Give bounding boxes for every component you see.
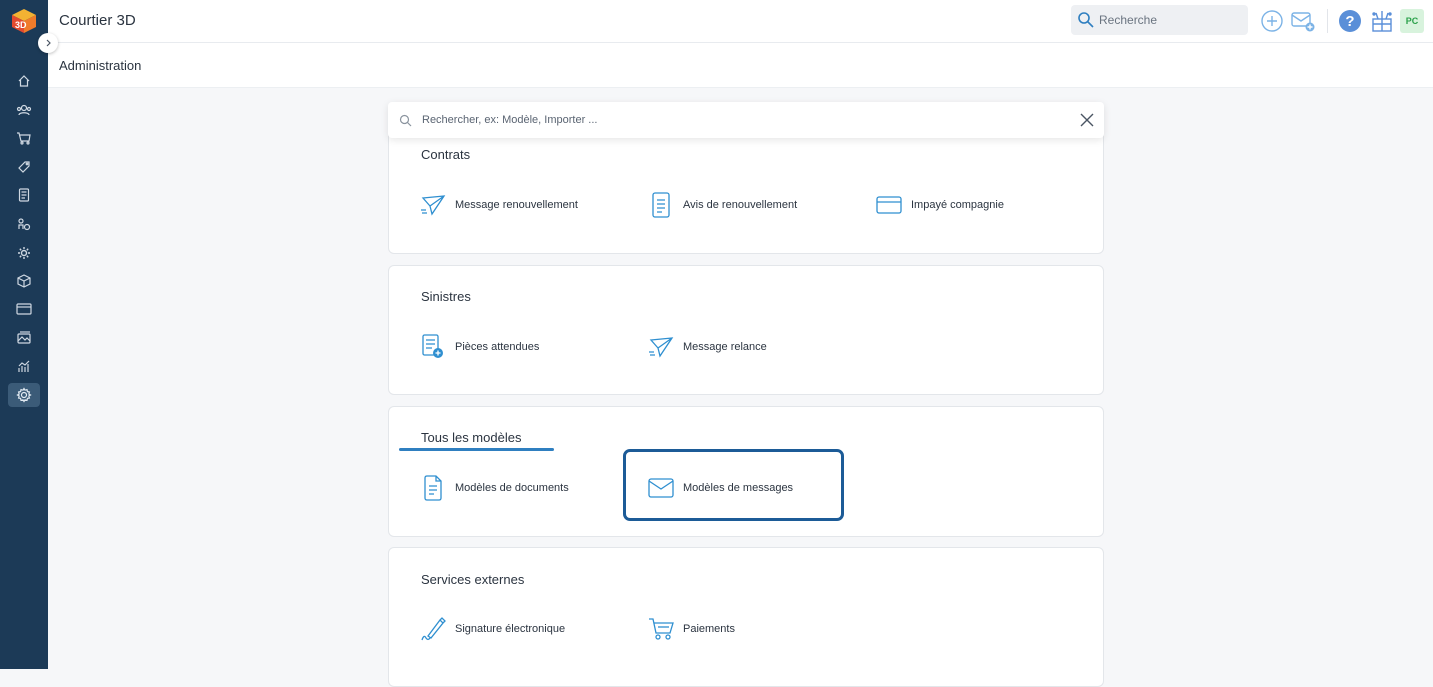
envelope-icon: [648, 475, 674, 501]
document-icon: [648, 192, 674, 218]
new-message-button[interactable]: [1290, 8, 1316, 34]
item-modeles-messages[interactable]: Modèles de messages: [648, 473, 793, 503]
section-services-externes: Services externes Signature électronique…: [388, 547, 1104, 687]
section-contrats: Contrats Message renouvellement Avis de …: [388, 123, 1104, 254]
item-modeles-documents[interactable]: Modèles de documents: [420, 473, 569, 503]
cart-icon: [648, 616, 674, 642]
section-title-underline: [399, 448, 554, 451]
sidebar-item-card[interactable]: [8, 297, 40, 321]
search-icon: [1078, 12, 1094, 28]
section-title: Tous les modèles: [421, 430, 522, 445]
sidebar-toggle-button[interactable]: [38, 33, 58, 53]
search-icon: [399, 114, 412, 126]
claims-icon: [18, 218, 31, 231]
user-avatar[interactable]: PC: [1400, 9, 1424, 33]
item-impaye-compagnie[interactable]: Impayé compagnie: [876, 190, 1004, 220]
section-sinistres: Sinistres Pièces attendues Message relan…: [388, 265, 1104, 395]
document-add-icon: [420, 334, 446, 360]
global-search-placeholder: Recherche: [1099, 13, 1158, 27]
item-message-renouvellement[interactable]: Message renouvellement: [420, 190, 578, 220]
paper-plane-icon: [420, 192, 446, 218]
topbar: Courtier 3D Recherche ? PC: [48, 0, 1433, 43]
page-header: Administration: [48, 43, 1433, 88]
topbar-divider: [1327, 9, 1328, 33]
page-title: Administration: [59, 58, 142, 73]
sidebar-item-stats[interactable]: [8, 355, 40, 379]
mail-add-icon: [1291, 12, 1315, 32]
section-title: Contrats: [421, 147, 471, 162]
paper-plane-icon: [648, 334, 674, 360]
cart-icon: [17, 132, 31, 145]
gallery-icon: [17, 331, 31, 344]
plus-circle-icon: [1261, 10, 1283, 32]
section-modeles: Tous les modèles Modèles de documents Mo…: [388, 406, 1104, 537]
admin-search-input[interactable]: [422, 114, 1042, 126]
sidebar-item-claims[interactable]: [8, 212, 40, 236]
box-icon: [17, 274, 31, 288]
settings-icon: [16, 387, 32, 403]
sidebar-item-settings[interactable]: [8, 383, 40, 407]
tag-icon: [18, 161, 30, 173]
users-icon: [16, 104, 32, 116]
stats-icon: [18, 360, 30, 372]
sidebar-item-box[interactable]: [8, 269, 40, 293]
sidebar-item-cart[interactable]: [8, 126, 40, 150]
svg-text:?: ?: [1345, 13, 1354, 30]
global-search-input[interactable]: Recherche: [1071, 5, 1248, 35]
help-button[interactable]: ?: [1337, 8, 1363, 34]
logo-icon[interactable]: 3D: [10, 7, 38, 35]
add-button[interactable]: [1259, 8, 1285, 34]
cog-icon: [18, 247, 30, 259]
sidebar-item-documents[interactable]: [8, 183, 40, 207]
sidebar-item-gallery[interactable]: [8, 326, 40, 350]
help-icon: ?: [1339, 10, 1361, 32]
chevron-right-icon: [46, 39, 51, 47]
item-pieces-attendues[interactable]: Pièces attendues: [420, 332, 539, 362]
admin-search-bar: [388, 102, 1104, 138]
svg-text:3D: 3D: [15, 20, 27, 30]
item-message-relance[interactable]: Message relance: [648, 332, 767, 362]
sidebar-item-users[interactable]: [8, 98, 40, 122]
item-paiements[interactable]: Paiements: [648, 614, 735, 644]
close-icon[interactable]: [1080, 113, 1094, 127]
home-icon: [18, 75, 30, 87]
document-icon: [18, 188, 30, 202]
sidebar-item-home[interactable]: [8, 69, 40, 93]
document-icon: [420, 475, 446, 501]
gift-icon: [1372, 11, 1392, 32]
sidebar-item-cog[interactable]: [8, 241, 40, 265]
app-title: Courtier 3D: [59, 12, 136, 29]
credit-card-icon: [876, 192, 902, 218]
sidebar: 3D: [0, 0, 48, 669]
sidebar-item-tag[interactable]: [8, 155, 40, 179]
item-avis-renouvellement[interactable]: Avis de renouvellement: [648, 190, 797, 220]
section-title: Services externes: [421, 572, 525, 587]
pen-icon: [420, 616, 446, 642]
section-title: Sinistres: [421, 289, 471, 304]
card-icon: [16, 303, 32, 315]
item-signature-electronique[interactable]: Signature électronique: [420, 614, 565, 644]
news-button[interactable]: [1369, 8, 1395, 34]
